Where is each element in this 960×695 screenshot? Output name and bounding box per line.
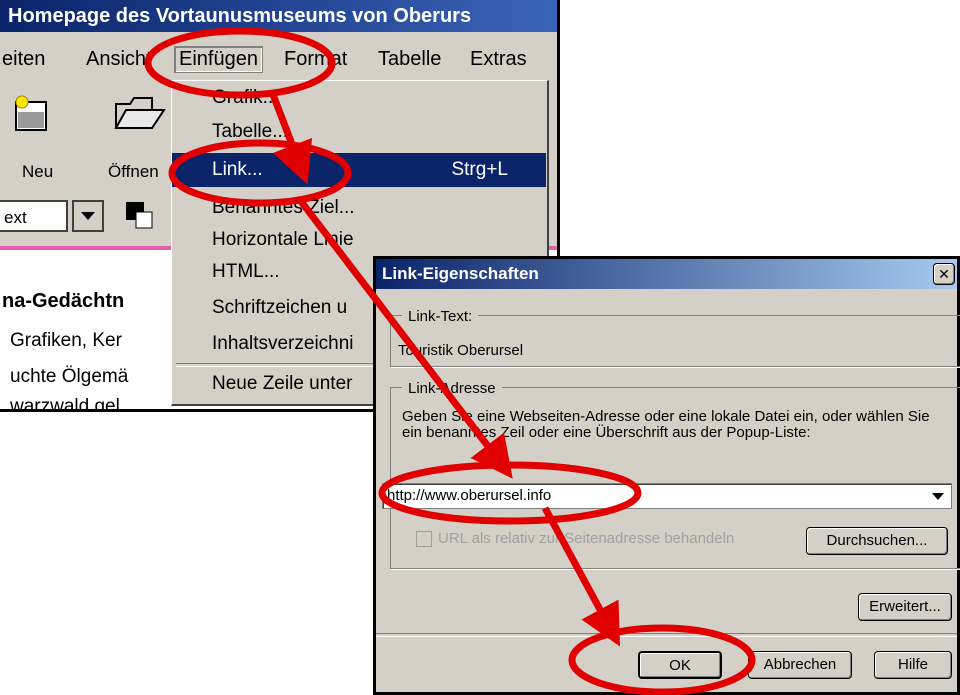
annotation-arrow	[297, 197, 513, 479]
annotation-circle-ok	[568, 624, 756, 695]
annotation-arrow	[541, 506, 621, 647]
annotation-circle-url	[378, 461, 642, 525]
annotation-overlay	[144, 27, 756, 695]
annotation-circle-einfuegen	[144, 27, 336, 99]
annotation-arrow	[268, 90, 313, 185]
annotation-circle-link	[168, 139, 352, 207]
